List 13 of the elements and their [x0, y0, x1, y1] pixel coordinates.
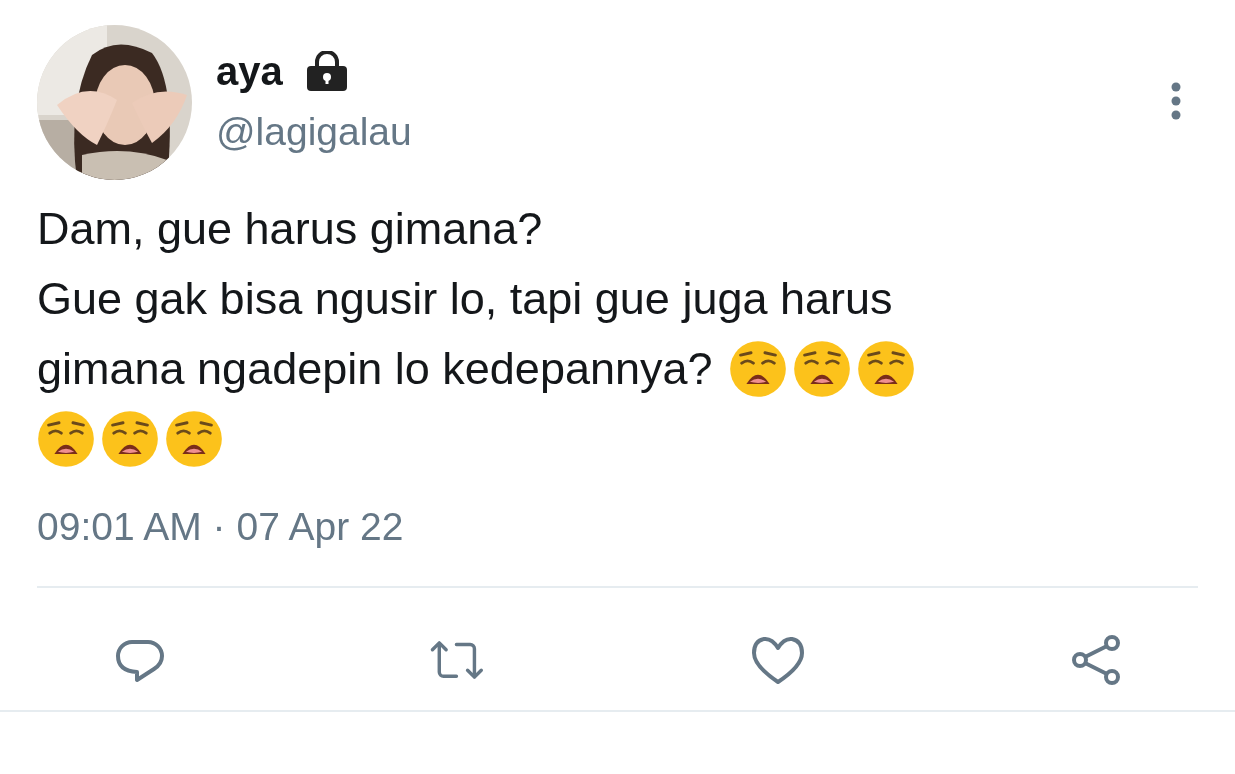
tweet-text: Dam, gue harus gimana? — [37, 202, 543, 256]
user-handle: @lagigalau — [216, 109, 413, 155]
weary-face-icon — [792, 340, 851, 398]
more-icon[interactable] — [1169, 81, 1183, 121]
tweet-text: gimana ngadepin lo kedepannya? — [37, 342, 713, 396]
tweet-text: Gue gak bisa ngusir lo, tapi gue juga harus — [37, 272, 893, 326]
user-name: aya — [216, 48, 283, 95]
timestamp: 09:01 AM · 07 Apr 22 — [36, 504, 405, 550]
weary-face-icon — [165, 410, 223, 468]
weary-face-icon — [101, 410, 159, 468]
weary-face-icon — [37, 410, 95, 468]
weary-face-icon — [856, 340, 915, 398]
weary-face-icon — [728, 340, 787, 398]
